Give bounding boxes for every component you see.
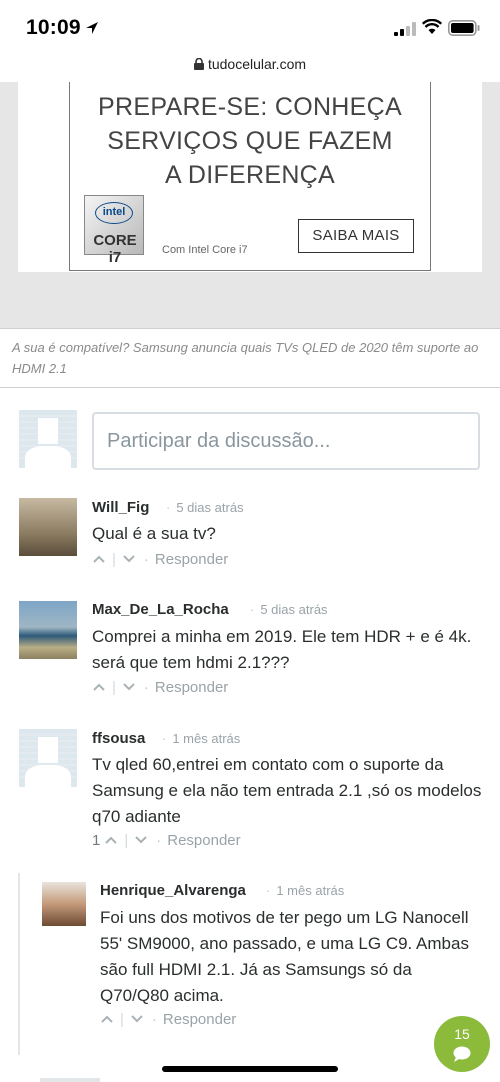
- comment-author[interactable]: Will_Fig: [92, 499, 149, 516]
- comment-author[interactable]: Max_De_La_Rocha: [92, 601, 229, 618]
- timestamp-text: 5 dias atrás: [176, 500, 244, 515]
- comment-text: Tv qled 60,entrei em contato com o supor…: [92, 755, 482, 826]
- speech-bubble-icon: [453, 1046, 471, 1062]
- reply-thread-line: [18, 873, 20, 1055]
- default-avatar-icon: [19, 729, 77, 787]
- address-bar[interactable]: tudocelular.com: [0, 56, 500, 82]
- downvote-icon[interactable]: [130, 1012, 144, 1026]
- divider: [0, 387, 500, 388]
- status-bar: 10:09: [0, 0, 500, 56]
- comment-text: Foi uns dos motivos de ter pego um LG Na…: [100, 908, 469, 1005]
- ad-container: PREPARE-SE: CONHEÇA SERVIÇOS QUE FAZEM A…: [0, 82, 500, 328]
- comment-author[interactable]: ffsousa: [92, 730, 145, 747]
- battery-icon: [448, 20, 480, 36]
- comment-actions: | · Responder: [92, 550, 228, 570]
- comment-text: Comprei a minha em 2019. Ele tem HDR + e…: [92, 627, 472, 672]
- core-i7-label: CORE i7: [93, 232, 137, 266]
- avatar-ffsousa[interactable]: [19, 729, 77, 787]
- comment-timestamp[interactable]: · 5 dias atrás: [158, 500, 244, 515]
- wifi-icon: [422, 19, 442, 34]
- downvote-icon[interactable]: [122, 680, 136, 694]
- lock-icon: [193, 58, 204, 70]
- article-caption: A sua é compatível? Samsung anuncia quai…: [12, 340, 479, 376]
- intel-logo: intel: [95, 202, 133, 224]
- home-indicator[interactable]: [162, 1066, 338, 1072]
- avatar-henrique-alvarenga[interactable]: [42, 882, 86, 926]
- downvote-icon[interactable]: [122, 552, 136, 566]
- comment-actions: 1 | · Responder: [92, 832, 241, 849]
- current-user-avatar: [19, 410, 77, 468]
- default-avatar-icon: [19, 410, 77, 468]
- divider: [0, 328, 500, 329]
- next-comment-peek: [40, 1078, 100, 1082]
- url-text: tudocelular.com: [207, 56, 307, 72]
- ad-headline: PREPARE-SE: CONHEÇA SERVIÇOS QUE FAZEM A…: [70, 90, 430, 192]
- ad-headline-line: A DIFERENÇA: [165, 161, 335, 189]
- reply-link[interactable]: Responder: [155, 551, 228, 568]
- discussion-input[interactable]: Participar da discussão...: [92, 412, 480, 470]
- upvote-icon[interactable]: [104, 833, 118, 847]
- upvote-icon[interactable]: [92, 680, 106, 694]
- reply-link[interactable]: Responder: [163, 1011, 236, 1028]
- comments-count-button[interactable]: 15: [434, 1016, 490, 1072]
- comment-author[interactable]: Henrique_Alvarenga: [100, 882, 246, 899]
- timestamp-text: 5 dias atrás: [260, 602, 328, 617]
- comments-count: 15: [454, 1026, 470, 1042]
- comment-timestamp[interactable]: · 5 dias atrás: [242, 602, 328, 617]
- upvote-icon[interactable]: [100, 1012, 114, 1026]
- ad-headline-line: SERVIÇOS QUE FAZEM: [107, 127, 393, 155]
- comment-timestamp[interactable]: · 1 mês atrás: [258, 883, 344, 898]
- vote-count: 1: [92, 832, 101, 849]
- ad-headline-line: PREPARE-SE: CONHEÇA: [98, 93, 402, 121]
- timestamp-text: 1 mês atrás: [172, 731, 241, 746]
- downvote-icon[interactable]: [134, 833, 148, 847]
- upvote-icon[interactable]: [92, 552, 106, 566]
- ad-caption: Com Intel Core i7: [162, 244, 248, 256]
- avatar-max-de-la-rocha[interactable]: [19, 601, 77, 659]
- status-time: 10:09: [26, 16, 81, 39]
- location-arrow-icon: [86, 22, 98, 34]
- comment-text: Qual é a sua tv?: [92, 524, 216, 543]
- cellular-signal-icon: [394, 22, 416, 36]
- avatar-will-fig[interactable]: [19, 498, 77, 556]
- reply-link[interactable]: Responder: [167, 832, 240, 849]
- intel-core-i7-badge: intel CORE i7: [84, 195, 144, 266]
- comment-actions: | · Responder: [100, 1010, 236, 1030]
- saiba-mais-button[interactable]: SAIBA MAIS: [298, 219, 414, 253]
- reply-link[interactable]: Responder: [155, 679, 228, 696]
- comment-actions: | · Responder: [92, 678, 228, 698]
- comment-timestamp[interactable]: · 1 mês atrás: [154, 731, 240, 746]
- timestamp-text: 1 mês atrás: [276, 883, 345, 898]
- ad-banner[interactable]: PREPARE-SE: CONHEÇA SERVIÇOS QUE FAZEM A…: [69, 82, 431, 271]
